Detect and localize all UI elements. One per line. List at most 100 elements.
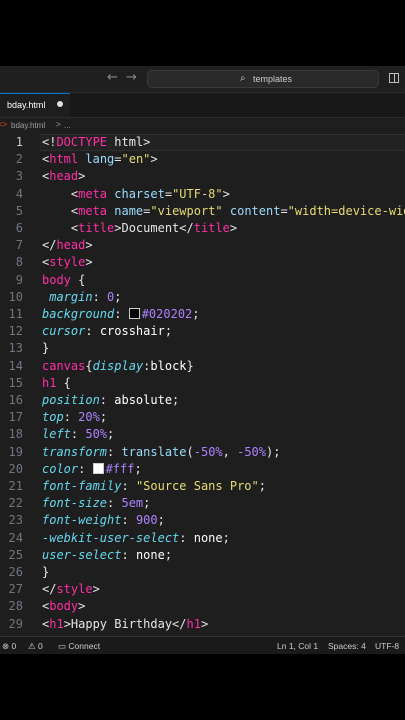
- layout-toggle-icon[interactable]: [389, 73, 399, 83]
- code-token: body: [49, 599, 79, 614]
- remote-icon: ▭: [58, 641, 69, 651]
- unsaved-dot-icon[interactable]: [57, 101, 63, 107]
- code-token: translate: [121, 444, 187, 459]
- line-number: 23: [8, 513, 23, 528]
- code-token: ,: [222, 444, 238, 459]
- code-line[interactable]: 14 canvas{display:block}: [0, 358, 405, 375]
- line-number: 10: [8, 289, 23, 304]
- code-line[interactable]: 10 margin: 0;: [0, 289, 405, 306]
- code-line[interactable]: 13}: [0, 340, 405, 357]
- code-token: :: [92, 289, 108, 304]
- code-token: >: [92, 582, 100, 597]
- code-token: 5em: [121, 496, 144, 511]
- code-token: ;: [114, 289, 122, 304]
- status-encoding[interactable]: UTF-8: [375, 641, 399, 651]
- code-line[interactable]: 19 transform: translate(-50%, -50%);: [0, 444, 405, 461]
- code-token: :: [121, 513, 136, 528]
- code-line[interactable]: 29 <h1>Happy Birthday</h1>: [0, 616, 405, 633]
- code-line[interactable]: 12 cursor: crosshair;: [0, 323, 405, 340]
- code-token: >: [222, 186, 230, 201]
- status-indentation[interactable]: Spaces: 4: [328, 641, 366, 651]
- command-center-search[interactable]: ⌕ templates: [147, 70, 379, 88]
- code-token: :: [78, 461, 93, 476]
- breadcrumb-file[interactable]: bday.html: [11, 121, 45, 130]
- code-line[interactable]: 17 top: 20%;: [0, 409, 405, 426]
- code-line[interactable]: 22 font-size: 5em;: [0, 495, 405, 512]
- remote-connect-button[interactable]: ▭ Connect: [58, 641, 100, 652]
- code-line[interactable]: 23 font-weight: 900;: [0, 512, 405, 529]
- code-line[interactable]: 24 -webkit-user-select: none;: [0, 530, 405, 547]
- code-line[interactable]: 18 left: 50%;: [0, 426, 405, 443]
- code-text: <title>Document</title>: [42, 220, 237, 237]
- code-token: ;: [172, 393, 180, 407]
- line-number: 21: [8, 479, 23, 493]
- search-icon: ⌕: [240, 73, 246, 84]
- code-text: cursor: crosshair;: [42, 323, 172, 340]
- code-line[interactable]: 3 <head>: [0, 168, 405, 185]
- line-number: 6: [15, 221, 23, 235]
- code-line[interactable]: 16 position: absolute;: [0, 392, 405, 409]
- code-token: none: [135, 547, 165, 562]
- code-text: h1 {: [42, 375, 71, 392]
- code-editor[interactable]: 1 <!DOCTYPE html> 2 <html lang="en"> 3 <head>…: [0, 134, 405, 636]
- code-line[interactable]: 2 <html lang="en">: [0, 151, 405, 168]
- code-line[interactable]: 8 <style>: [0, 254, 405, 271]
- code-token: ;: [164, 547, 173, 562]
- code-token: meta: [78, 203, 108, 218]
- code-line[interactable]: 6 <title>Document</title>: [0, 220, 405, 237]
- code-token: :: [99, 393, 115, 407]
- code-token: -50%: [237, 444, 267, 459]
- code-line[interactable]: 7 </head>: [0, 237, 405, 254]
- code-line[interactable]: 1 <!DOCTYPE html>: [0, 134, 405, 151]
- line-number: 15: [8, 375, 23, 390]
- code-token: >: [78, 169, 86, 184]
- back-arrow-icon[interactable]: ←: [107, 70, 118, 85]
- code-line[interactable]: 26}: [0, 564, 405, 581]
- code-token: "width=device-wid: [287, 203, 405, 218]
- line-number: 7: [15, 238, 23, 253]
- code-token: :: [107, 444, 122, 459]
- tab-bday-html[interactable]: bday.html: [0, 93, 70, 117]
- code-text: user-select: none;: [42, 547, 172, 564]
- code-token: block: [150, 358, 187, 373]
- code-token: >Happy Birthday</: [63, 616, 187, 631]
- code-line[interactable]: 25 user-select: none;: [0, 547, 405, 564]
- code-token: >Document</: [114, 221, 194, 235]
- code-token: name: [107, 203, 144, 218]
- code-token: body: [42, 272, 71, 287]
- code-token: :: [85, 324, 100, 339]
- code-token: :: [121, 479, 136, 493]
- code-line[interactable]: 27 </style>: [0, 581, 405, 598]
- status-errors[interactable]: ⊗ 0: [2, 641, 16, 652]
- status-warnings[interactable]: ⚠ 0: [28, 641, 43, 652]
- code-text: transform: translate(-50%, -50%);: [42, 444, 280, 461]
- code-line[interactable]: 4 <meta charset="UTF-8">: [0, 186, 405, 203]
- code-line[interactable]: 9 body {: [0, 272, 405, 289]
- connect-label: Connect: [68, 641, 101, 651]
- code-line[interactable]: 21 font-family: "Source Sans Pro";: [0, 478, 405, 495]
- code-token: font-family: [42, 479, 122, 493]
- breadcrumb-more[interactable]: ...: [64, 121, 71, 130]
- code-token: font-size: [42, 496, 108, 511]
- code-text: body {: [42, 272, 85, 289]
- code-line[interactable]: 5 <meta name="viewport" content="width=d…: [0, 203, 405, 220]
- forward-arrow-icon[interactable]: →: [126, 70, 137, 85]
- breadcrumb: <> bday.html > ...: [0, 118, 405, 134]
- code-token: :: [121, 547, 136, 562]
- color-swatch-icon[interactable]: [92, 462, 104, 474]
- code-line[interactable]: 20 color: #fff;: [0, 461, 405, 478]
- code-token: content: [222, 203, 281, 218]
- code-token: top: [42, 410, 64, 425]
- color-swatch-icon[interactable]: [128, 308, 140, 319]
- code-token: :: [114, 307, 129, 321]
- code-line[interactable]: 15 h1 {: [0, 375, 405, 392]
- code-token: cursor: [42, 324, 86, 339]
- code-token: =: [164, 186, 173, 201]
- code-text: font-weight: 900;: [42, 512, 165, 529]
- code-token: );: [266, 444, 281, 459]
- code-text: margin: 0;: [42, 289, 122, 306]
- code-line[interactable]: 11 background: #020202;: [0, 306, 405, 323]
- code-line[interactable]: 28 <body>: [0, 598, 405, 615]
- status-cursor-position[interactable]: Ln 1, Col 1: [277, 641, 318, 651]
- code-token: ;: [258, 479, 266, 493]
